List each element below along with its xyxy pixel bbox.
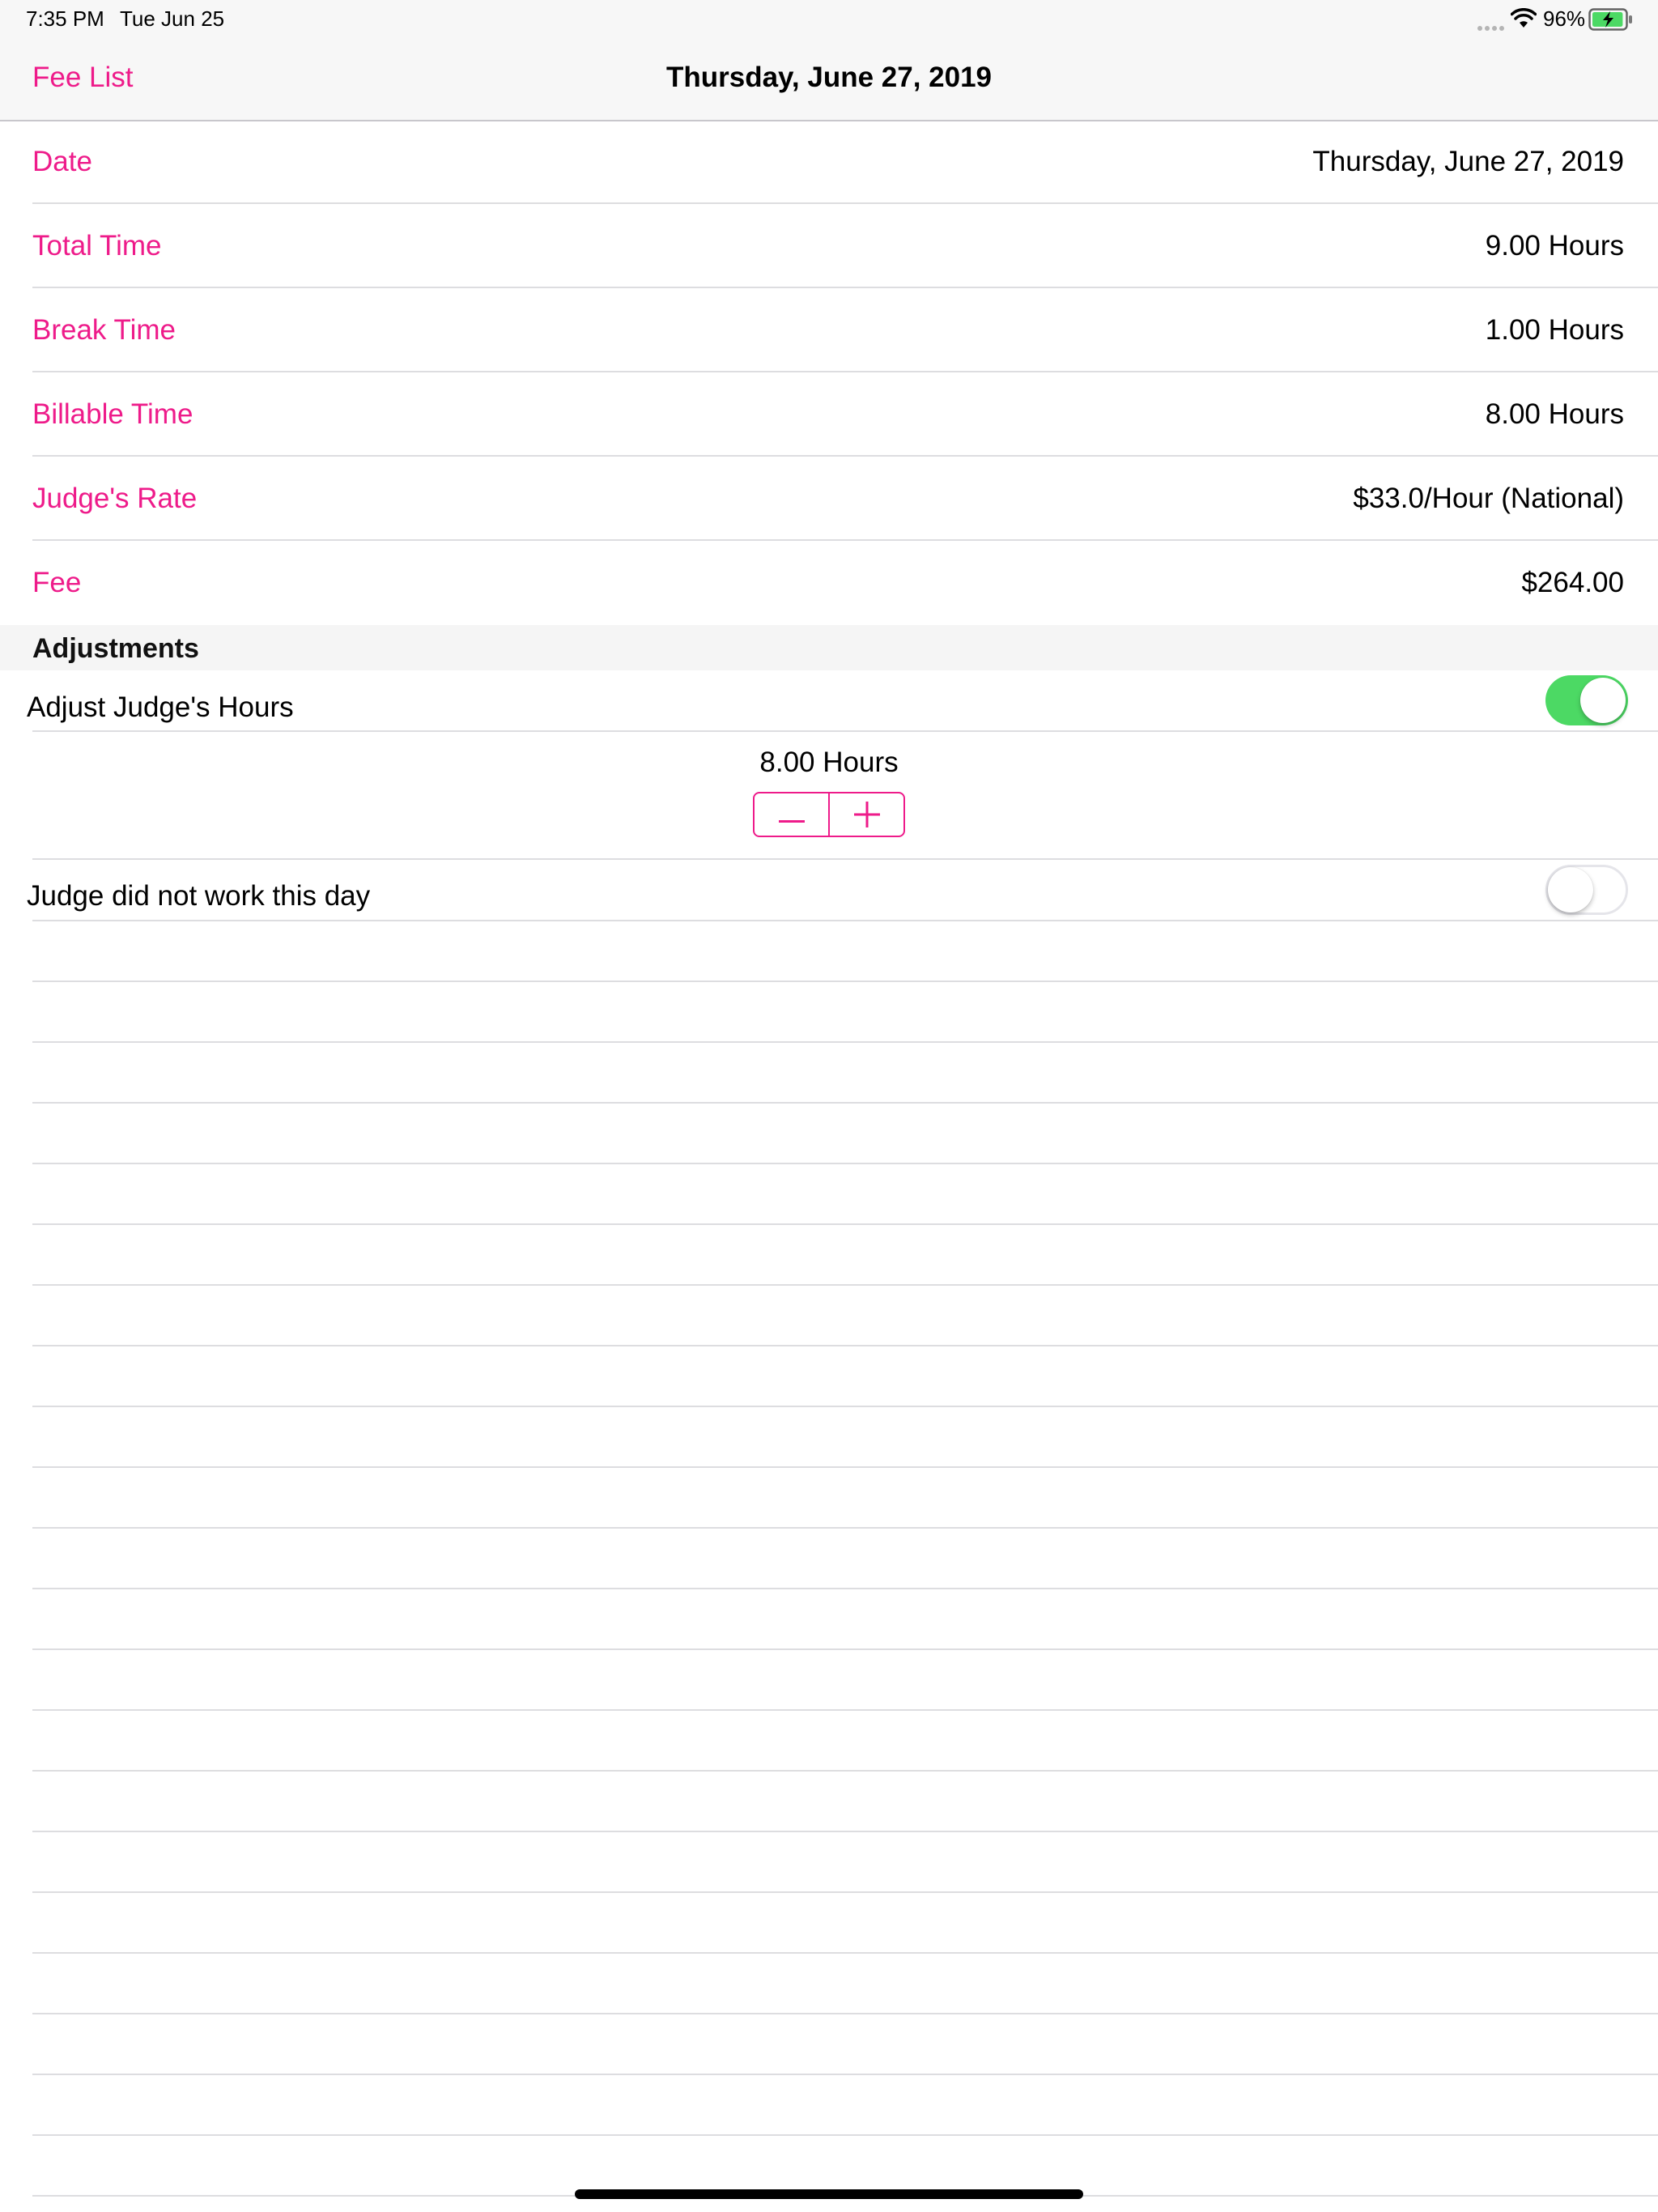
row-separator bbox=[32, 730, 1658, 732]
row-separator bbox=[32, 1284, 1658, 1286]
row-separator bbox=[32, 1163, 1658, 1164]
row-separator bbox=[32, 920, 1658, 921]
status-time: 7:35 PM bbox=[26, 6, 104, 31]
detail-value: $33.0/Hour (National) bbox=[1353, 483, 1624, 514]
adjustments-section-header: Adjustments bbox=[0, 625, 1658, 670]
detail-value: 9.00 Hours bbox=[1485, 230, 1624, 262]
minus-icon bbox=[779, 813, 805, 827]
detail-row-break-time: Break Time 1.00 Hours bbox=[0, 288, 1658, 372]
row-separator bbox=[32, 1952, 1658, 1954]
row-separator bbox=[32, 1041, 1658, 1043]
detail-row-judges-rate: Judge's Rate $33.0/Hour (National) bbox=[0, 457, 1658, 541]
row-separator bbox=[32, 1102, 1658, 1104]
row-separator bbox=[32, 1345, 1658, 1346]
detail-label: Break Time bbox=[32, 314, 176, 346]
adjusted-hours-value: 8.00 Hours bbox=[759, 747, 899, 778]
row-separator bbox=[32, 2013, 1658, 2014]
detail-value: Thursday, June 27, 2019 bbox=[1312, 146, 1624, 177]
detail-label: Judge's Rate bbox=[32, 483, 198, 514]
wifi-icon bbox=[1510, 8, 1537, 33]
row-separator bbox=[32, 1223, 1658, 1225]
page-title: Thursday, June 27, 2019 bbox=[665, 62, 993, 93]
plus-icon bbox=[854, 802, 880, 832]
hours-stepper bbox=[753, 792, 905, 837]
signal-dots-icon bbox=[1477, 21, 1506, 36]
home-indicator bbox=[575, 2189, 1083, 2199]
detail-label: Date bbox=[32, 146, 92, 177]
section-header-label: Adjustments bbox=[32, 633, 199, 664]
detail-label: Fee bbox=[32, 567, 82, 598]
did-not-work-switch[interactable] bbox=[1545, 865, 1628, 915]
decrement-button[interactable] bbox=[755, 793, 829, 836]
detail-label: Total Time bbox=[32, 230, 162, 262]
row-separator bbox=[32, 1709, 1658, 1711]
row-separator bbox=[32, 981, 1658, 982]
row-separator bbox=[32, 858, 1658, 860]
adjust-hours-switch[interactable] bbox=[1545, 675, 1628, 725]
detail-value: 8.00 Hours bbox=[1485, 398, 1624, 430]
battery-percent: 96% bbox=[1543, 6, 1586, 31]
adjust-hours-label: Adjust Judge's Hours bbox=[27, 691, 294, 723]
detail-row-date: Date Thursday, June 27, 2019 bbox=[0, 120, 1658, 204]
row-separator bbox=[32, 1588, 1658, 1589]
row-separator bbox=[32, 1648, 1658, 1650]
switch-knob bbox=[1580, 678, 1626, 723]
detail-row-billable-time: Billable Time 8.00 Hours bbox=[0, 372, 1658, 457]
status-bar: 7:35 PM Tue Jun 25 96% bbox=[0, 0, 1658, 40]
row-separator bbox=[32, 1831, 1658, 1832]
detail-value: $264.00 bbox=[1521, 567, 1624, 598]
increment-button[interactable] bbox=[830, 793, 904, 836]
battery-charging-icon bbox=[1588, 8, 1634, 35]
did-not-work-label: Judge did not work this day bbox=[27, 880, 371, 912]
row-separator bbox=[32, 1406, 1658, 1407]
switch-knob bbox=[1548, 867, 1593, 912]
detail-value: 1.00 Hours bbox=[1485, 314, 1624, 346]
row-separator bbox=[32, 1891, 1658, 1893]
navigation-bar: Fee List Thursday, June 27, 2019 bbox=[0, 40, 1658, 121]
row-separator bbox=[32, 1770, 1658, 1772]
detail-row-total-time: Total Time 9.00 Hours bbox=[0, 204, 1658, 288]
row-separator bbox=[32, 1527, 1658, 1529]
row-separator bbox=[32, 2134, 1658, 2136]
detail-label: Billable Time bbox=[32, 398, 193, 430]
detail-row-fee: Fee $264.00 bbox=[0, 541, 1658, 625]
row-separator bbox=[32, 2074, 1658, 2075]
row-separator bbox=[32, 1466, 1658, 1468]
status-date: Tue Jun 25 bbox=[120, 6, 225, 31]
